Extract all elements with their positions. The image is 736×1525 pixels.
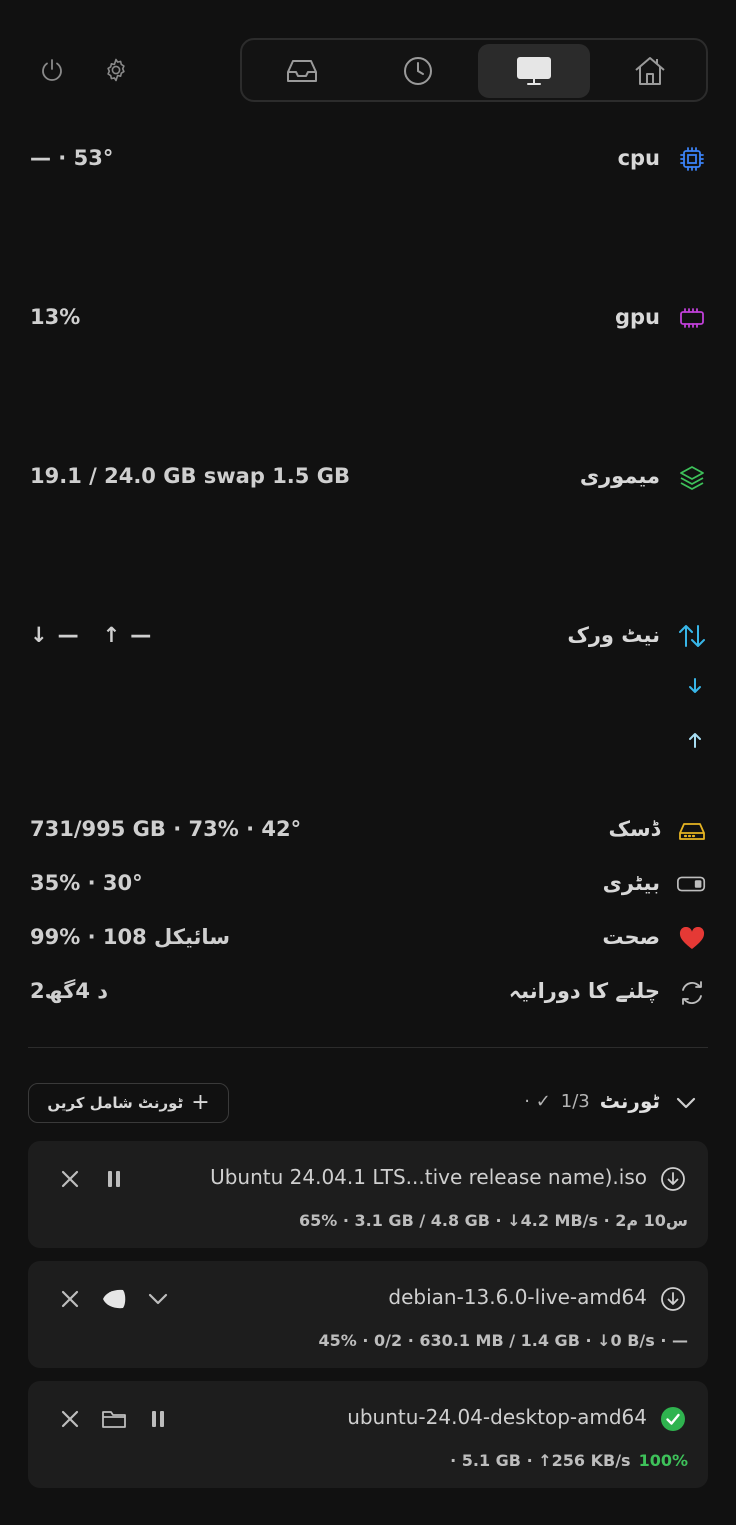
torrents-count: 1/3 — [560, 1090, 590, 1112]
torrent-card: ubuntu-24.04-desktop-amd64 · 5.1 GB · ↑2… — [28, 1381, 708, 1488]
add-torrent-button[interactable]: + ٹورنٹ شامل کریں — [28, 1083, 229, 1123]
gpu-icon — [676, 302, 708, 334]
torrent-meta: 45% · 0/2 · 630.1 MB / 1.4 GB · ↓0 B/s ·… — [318, 1331, 688, 1350]
close-icon — [61, 1290, 79, 1308]
settings-button[interactable] — [100, 54, 132, 86]
health-value: 99% · 108 سائیکل — [30, 925, 230, 949]
torrents-header[interactable]: ٹورنٹ 1/3 ✓ · — [524, 1089, 660, 1113]
torrent-meta: 65% · 3.1 GB / 4.8 GB · ↓4.2 MB/s · 2س10… — [299, 1211, 688, 1230]
torrent-card: Ubuntu 24.04.1 LTS...tive release name).… — [28, 1141, 708, 1248]
disk-label: ڈسک — [608, 817, 660, 841]
disk-value: 731/995 GB · 73% · 42° — [30, 817, 302, 841]
torrent-meta-text: · 5.1 GB · ↑256 KB/s — [450, 1451, 631, 1470]
gpu-label: gpu — [614, 305, 660, 329]
gear-icon — [107, 58, 125, 82]
pause-icon — [152, 1411, 164, 1427]
inbox-tab[interactable] — [246, 44, 358, 98]
network-value: ↓ — ↑ — — [30, 623, 151, 647]
network-icon — [676, 620, 708, 652]
pause-torrent-button[interactable] — [144, 1405, 172, 1433]
download-arrow-icon: ↓ — [30, 623, 48, 647]
clock-icon — [404, 57, 432, 85]
open-folder-button[interactable] — [100, 1405, 128, 1433]
chevron-down-icon — [676, 1097, 696, 1109]
download-status-icon — [661, 1287, 685, 1311]
torrents-title: ٹورنٹ — [599, 1089, 660, 1113]
battery-label: بیٹری — [602, 871, 660, 895]
remove-torrent-button[interactable] — [56, 1285, 84, 1313]
cpu-icon — [676, 143, 708, 175]
section-divider — [28, 1047, 708, 1048]
memory-label: میموری — [579, 464, 660, 488]
expand-files-button[interactable] — [144, 1285, 172, 1313]
battery-value: 35% · 30° — [30, 871, 143, 895]
torrent-name: debian-13.6.0-live-amd64 — [388, 1285, 647, 1309]
torrent-name: Ubuntu 24.04.1 LTS...tive release name).… — [210, 1165, 647, 1189]
torrent-meta: · 5.1 GB · ↑256 KB/s 100% — [450, 1451, 688, 1470]
hard-drive-icon — [676, 815, 708, 847]
memory-value: 19.1 / 24.0 GB swap 1.5 GB — [30, 464, 350, 488]
cpu-value: — · 53° — [30, 146, 114, 170]
network-up-value: — — [130, 623, 152, 647]
health-label: صحت — [602, 925, 660, 949]
heart-icon — [676, 923, 708, 955]
network-down-value: — — [57, 623, 79, 647]
torrent-name: ubuntu-24.04-desktop-amd64 — [347, 1405, 647, 1429]
power-icon — [42, 59, 62, 81]
pause-icon — [108, 1171, 120, 1187]
network-label: نیٹ ورک — [567, 623, 660, 647]
uptime-label: چلنے کا دورانیہ — [508, 979, 660, 1003]
torrents-count-suffix: ✓ · — [524, 1090, 551, 1112]
battery-icon — [676, 868, 708, 900]
inbox-icon — [287, 60, 317, 82]
refresh-icon — [676, 977, 708, 1009]
priority-button[interactable] — [100, 1285, 128, 1313]
history-tab[interactable] — [362, 44, 474, 98]
folder-icon — [102, 1411, 126, 1428]
chevron-down-icon — [148, 1293, 168, 1305]
add-torrent-label: ٹورنٹ شامل کریں — [47, 1094, 184, 1112]
monitor-icon — [517, 57, 551, 85]
pause-torrent-button[interactable] — [100, 1165, 128, 1193]
system-tab[interactable] — [478, 44, 590, 98]
cpu-label: cpu — [617, 146, 660, 170]
network-up-legend-icon — [687, 731, 703, 749]
check-circle-icon — [661, 1407, 685, 1431]
remove-torrent-button[interactable] — [56, 1405, 84, 1433]
uptime-value: 2د 4گھ — [30, 979, 109, 1003]
drop-icon — [103, 1289, 126, 1309]
close-icon — [61, 1410, 79, 1428]
home-tab[interactable] — [594, 44, 706, 98]
network-down-legend-icon — [687, 677, 703, 695]
upload-arrow-icon: ↑ — [102, 623, 121, 647]
close-icon — [61, 1170, 79, 1188]
remove-torrent-button[interactable] — [56, 1165, 84, 1193]
home-icon — [635, 57, 665, 85]
layers-icon — [676, 462, 708, 494]
torrent-card: debian-13.6.0-live-amd64 45% · 0/2 · 630… — [28, 1261, 708, 1368]
download-status-icon — [661, 1167, 685, 1191]
power-button[interactable] — [36, 54, 68, 86]
collapse-button[interactable] — [672, 1089, 700, 1117]
torrent-percent: 100% — [638, 1451, 688, 1470]
plus-icon: + — [191, 1090, 210, 1115]
view-switcher — [240, 38, 708, 102]
gpu-value: 13% — [30, 305, 81, 329]
